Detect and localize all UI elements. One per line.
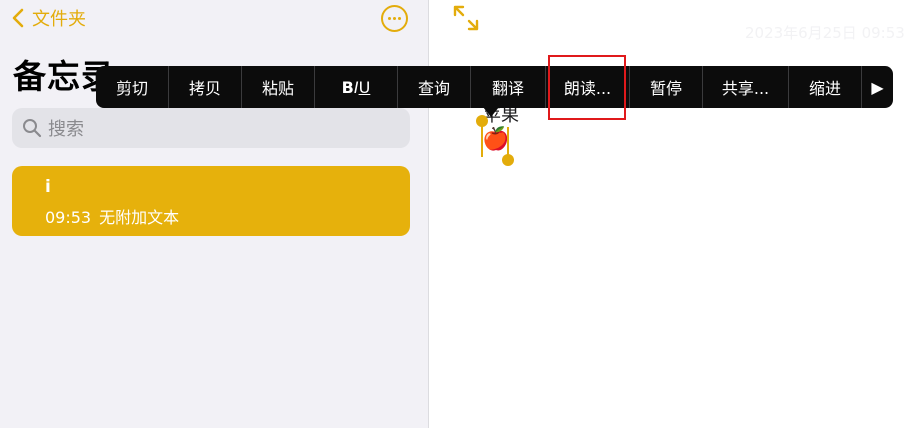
search-input[interactable]: 搜索 — [12, 108, 410, 148]
ellipsis-dot — [398, 17, 401, 20]
biu-letter: U — [358, 77, 371, 97]
note-subtitle: 09:53 无附加文本 — [45, 204, 179, 228]
menu-paste[interactable]: 粘贴 — [242, 66, 315, 108]
selection-end-handle[interactable] — [502, 154, 514, 166]
speak-highlight-box — [548, 55, 626, 120]
menu-cut[interactable]: 剪切 — [96, 66, 169, 108]
expand-icon[interactable] — [452, 4, 480, 32]
menu-share[interactable]: 共享... — [703, 66, 789, 108]
menu-translate[interactable]: 翻译 — [471, 66, 546, 108]
search-icon — [23, 119, 42, 138]
note-title: i — [45, 177, 51, 197]
search-placeholder: 搜索 — [48, 119, 84, 140]
menu-pause[interactable]: 暂停 — [630, 66, 703, 108]
ellipsis-dot — [393, 17, 396, 20]
biu-letter: B — [341, 77, 354, 97]
note-time: 09:53 — [45, 208, 92, 227]
menu-pointer-arrow — [483, 107, 499, 117]
edit-context-menu: 剪切 拷贝 粘贴 BIU 查询 翻译 朗读... 暂停 共享... 缩进 ▶ — [96, 66, 893, 108]
menu-bold-italic-underline[interactable]: BIU — [315, 66, 398, 108]
back-to-folders-button[interactable]: 文件夹 — [12, 4, 86, 32]
menu-look-up[interactable]: 查询 — [398, 66, 471, 108]
chevron-left-icon — [12, 8, 24, 28]
ellipsis-dot — [388, 17, 391, 20]
apple-emoji: 🍎 — [482, 127, 510, 152]
note-detail: 2023年6月25日 09:53 苹果 🍎 — [430, 0, 917, 428]
biu-label: BIU — [342, 78, 371, 97]
note-preview: 无附加文本 — [99, 208, 180, 227]
more-options-button[interactable] — [381, 5, 408, 32]
menu-copy[interactable]: 拷贝 — [169, 66, 242, 108]
menu-more-arrow-icon[interactable]: ▶ — [862, 66, 893, 108]
note-date: 2023年6月25日 09:53 — [745, 24, 905, 42]
sidebar: 文件夹 备忘录 搜索 i 09:53 无附加文本 — [0, 0, 429, 428]
menu-indent[interactable]: 缩进 — [789, 66, 862, 108]
back-label: 文件夹 — [32, 9, 86, 30]
note-list-item[interactable]: i 09:53 无附加文本 — [12, 166, 410, 236]
